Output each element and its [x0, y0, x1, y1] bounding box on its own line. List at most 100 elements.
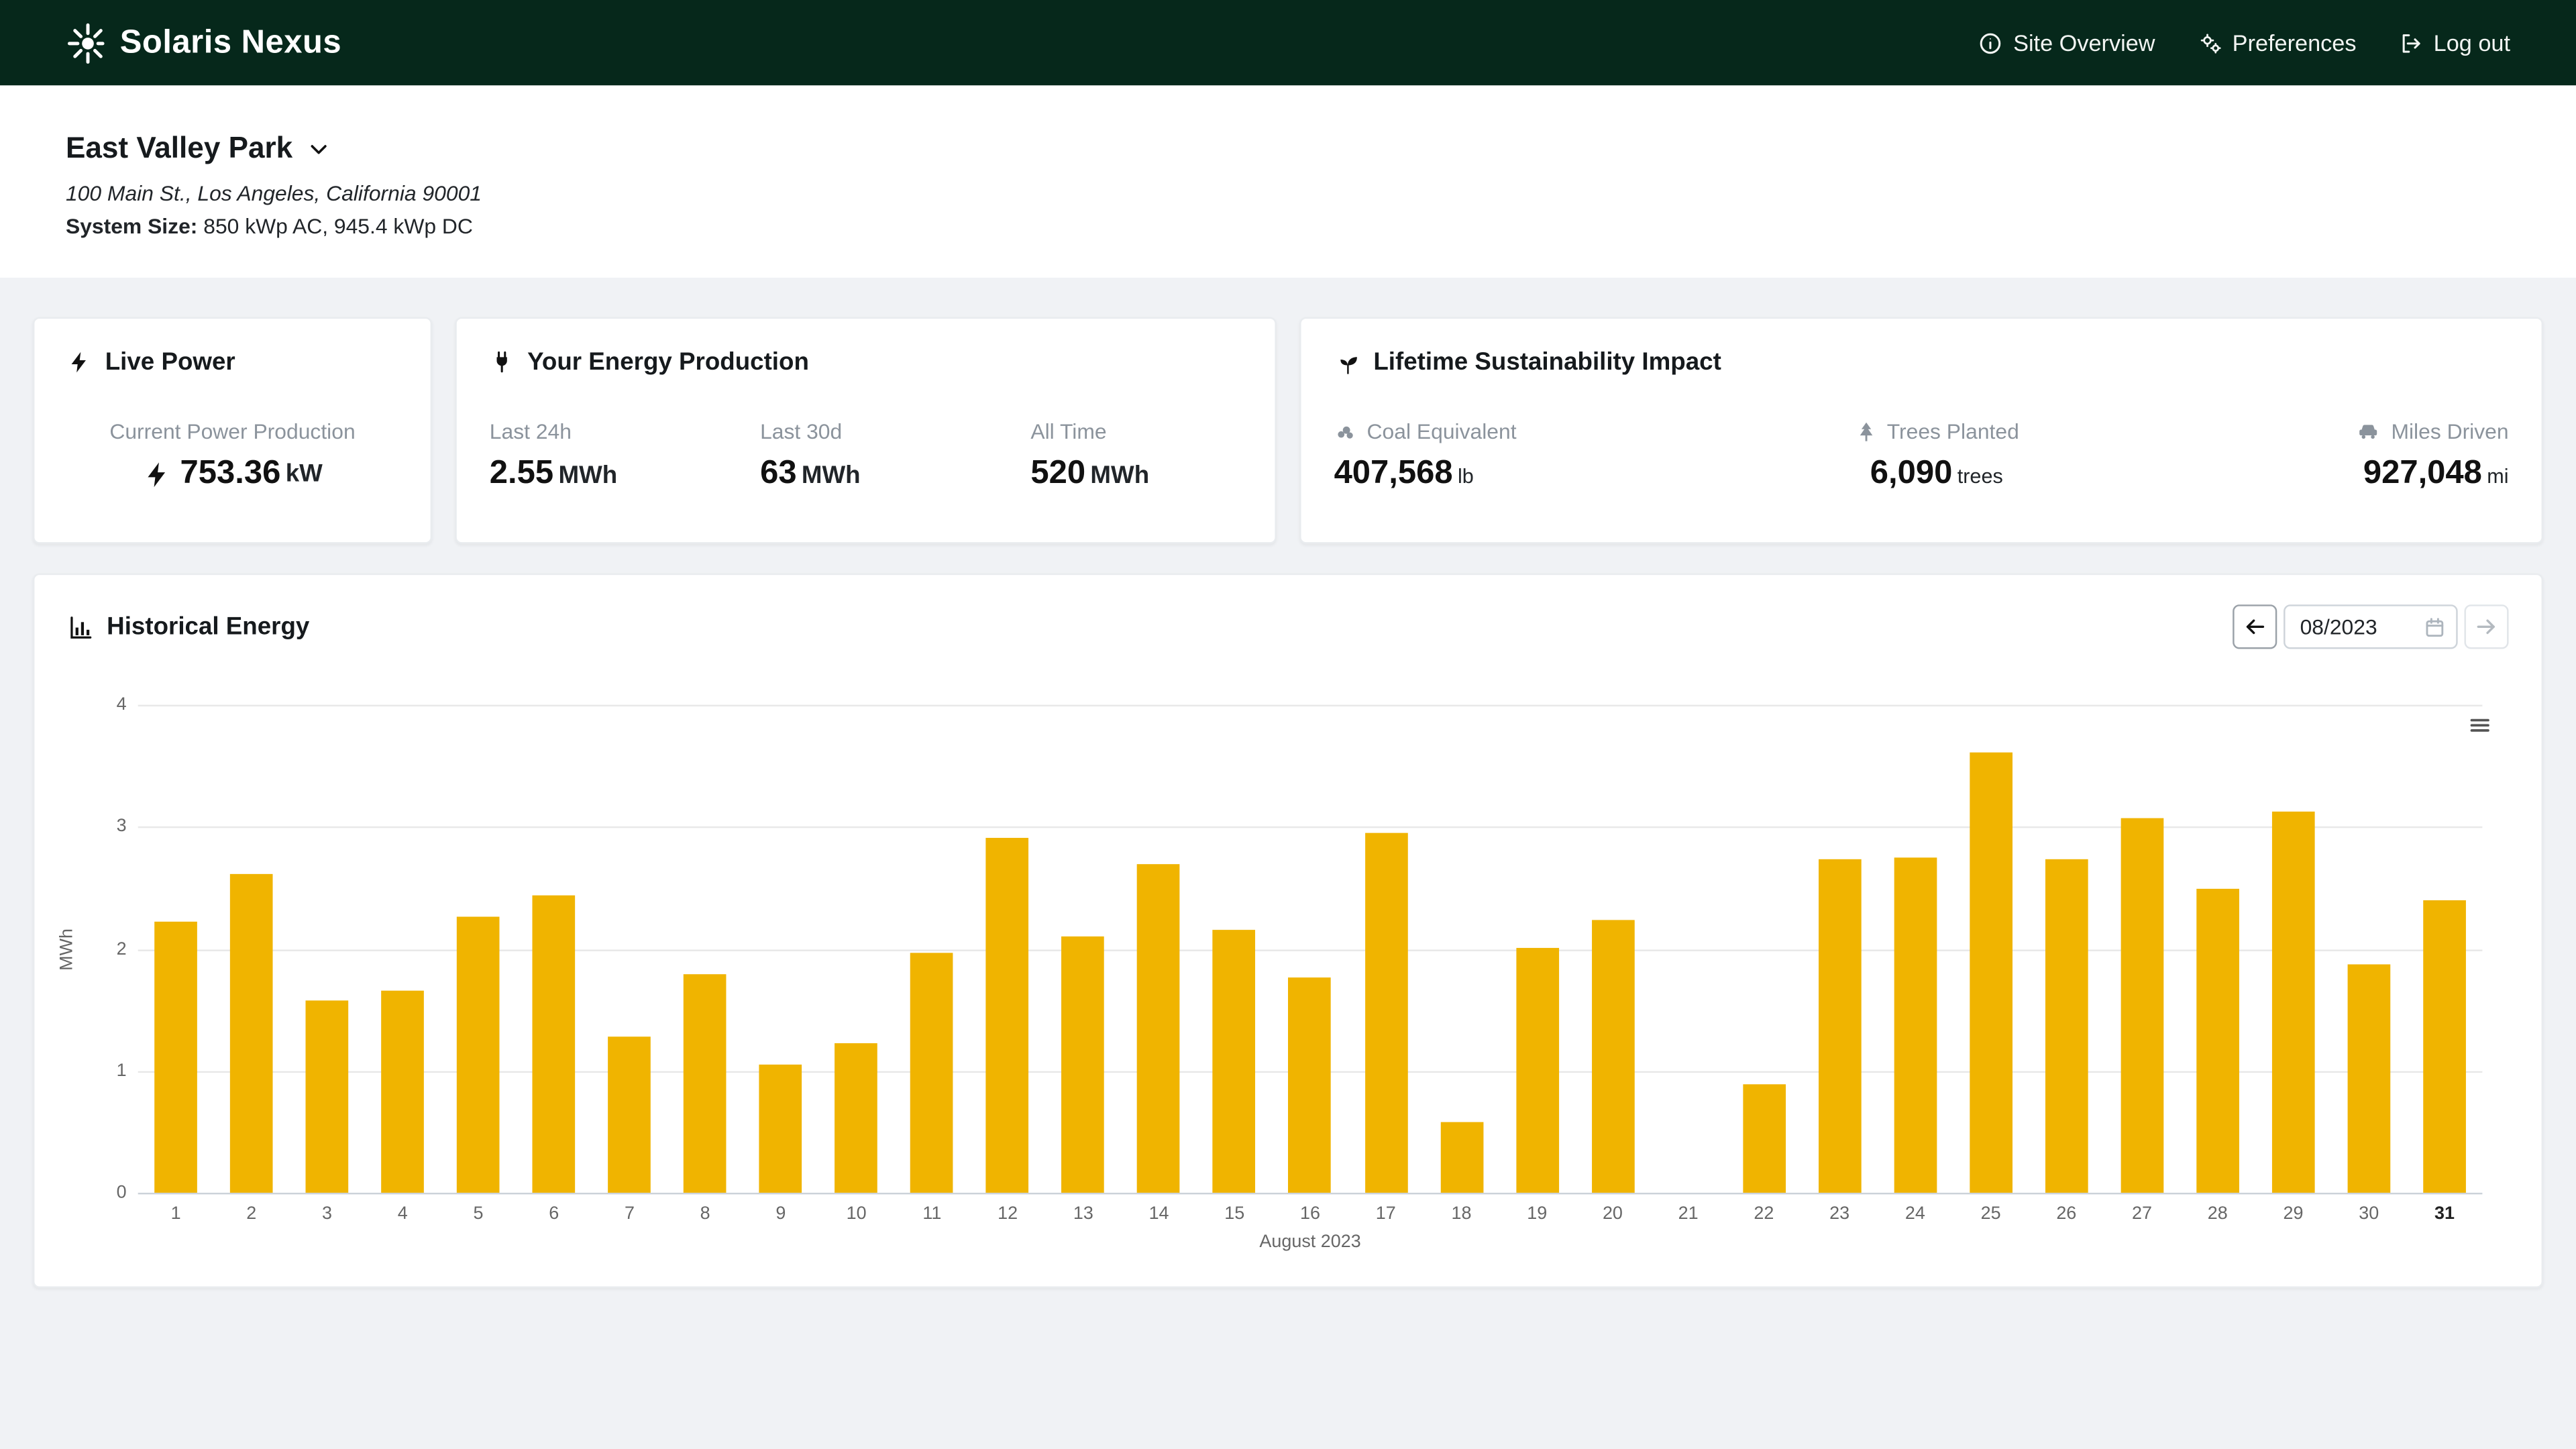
sustainability-title: Lifetime Sustainability Impact [1373, 348, 1721, 376]
nav-logout[interactable]: Log out [2399, 30, 2510, 56]
bar-day-26[interactable] [2029, 705, 2104, 1193]
bar [533, 895, 576, 1193]
site-name: East Valley Park [66, 131, 292, 166]
site-address: 100 Main St., Los Angeles, California 90… [66, 180, 2510, 205]
system-size-label: System Size: [66, 213, 197, 238]
logout-icon [2399, 30, 2424, 55]
bar-day-8[interactable] [667, 705, 743, 1193]
next-month-button[interactable] [2464, 604, 2508, 649]
bar [1213, 930, 1256, 1193]
x-tick-label: 4 [365, 1204, 441, 1224]
x-axis-title: August 2023 [138, 1232, 2483, 1252]
prev-month-button[interactable] [2233, 604, 2277, 649]
bar [1743, 1084, 1786, 1193]
metric-last-30d-unit: MWh [802, 462, 861, 490]
chart-bars [138, 705, 2483, 1193]
gears-icon [2198, 30, 2222, 55]
bar [1364, 833, 1407, 1193]
bar-day-12[interactable] [970, 705, 1046, 1193]
bar [2121, 818, 2163, 1193]
bar [608, 1036, 651, 1193]
sustainability-metrics: Coal Equivalent 407,568 lb [1334, 419, 2509, 492]
bar-day-31[interactable] [2407, 705, 2483, 1193]
historical-energy-card: Historical Energy [33, 574, 2543, 1288]
bar [2196, 889, 2239, 1193]
x-tick-label: 26 [2029, 1204, 2104, 1224]
site-selector[interactable]: East Valley Park [66, 131, 2510, 166]
trees-unit: trees [1957, 465, 2003, 488]
nav-links: Site Overview Preferences [1979, 30, 2510, 56]
bar-day-5[interactable] [441, 705, 517, 1193]
bar-day-13[interactable] [1045, 705, 1121, 1193]
y-tick-label: 1 [117, 1061, 127, 1080]
bar-day-7[interactable] [592, 705, 667, 1193]
metric-last-30d-label: Last 30d [760, 419, 971, 443]
trees-value: 6,090 [1870, 455, 1953, 492]
bar-day-17[interactable] [1348, 705, 1424, 1193]
energy-bar-chart: MWh 01234 [138, 705, 2483, 1193]
x-tick-label: 21 [1650, 1204, 1726, 1224]
metric-last-24h-label: Last 24h [490, 419, 701, 443]
bar-day-24[interactable] [1877, 705, 1953, 1193]
bar-day-21[interactable] [1650, 705, 1726, 1193]
x-tick-label: 9 [743, 1204, 819, 1224]
nav-preferences-label: Preferences [2233, 30, 2357, 56]
bar-day-11[interactable] [894, 705, 970, 1193]
bar-day-4[interactable] [365, 705, 441, 1193]
bar-day-1[interactable] [138, 705, 214, 1193]
bar-day-20[interactable] [1575, 705, 1651, 1193]
nav-site-overview[interactable]: Site Overview [1979, 30, 2155, 56]
nav-preferences[interactable]: Preferences [2198, 30, 2356, 56]
bar [154, 922, 197, 1193]
bar [835, 1042, 878, 1193]
x-tick-label: 27 [2104, 1204, 2180, 1224]
bar-day-30[interactable] [2331, 705, 2407, 1193]
bar-day-29[interactable] [2255, 705, 2331, 1193]
bar-day-3[interactable] [289, 705, 365, 1193]
bar-day-18[interactable] [1424, 705, 1499, 1193]
x-tick-label: 7 [592, 1204, 667, 1224]
y-tick-label: 2 [117, 939, 127, 959]
bar [1894, 857, 1937, 1193]
x-tick-label: 11 [894, 1204, 970, 1224]
bar-day-25[interactable] [1953, 705, 2029, 1193]
arrow-right-icon [2474, 614, 2499, 639]
bar [1440, 1122, 1483, 1193]
bar-day-15[interactable] [1197, 705, 1273, 1193]
x-tick-label: 17 [1348, 1204, 1424, 1224]
bolt-icon [67, 350, 92, 375]
bar-day-23[interactable] [1802, 705, 1878, 1193]
nav-site-overview-label: Site Overview [2013, 30, 2155, 56]
metric-all-time-unit: MWh [1090, 462, 1149, 490]
historical-title: Historical Energy [107, 612, 309, 641]
x-tick-label: 22 [1726, 1204, 1802, 1224]
x-tick-label: 31 [2407, 1204, 2483, 1224]
bar [1138, 865, 1181, 1193]
brand[interactable]: Solaris Nexus [66, 21, 341, 65]
bar-day-22[interactable] [1726, 705, 1802, 1193]
live-power-card: Live Power Current Power Production 753.… [33, 317, 432, 544]
x-tick-label: 3 [289, 1204, 365, 1224]
x-tick-label: 15 [1197, 1204, 1273, 1224]
bar-day-2[interactable] [213, 705, 289, 1193]
x-tick-label: 20 [1575, 1204, 1651, 1224]
bar-day-10[interactable] [818, 705, 894, 1193]
gridline [138, 1193, 2483, 1194]
bar-day-27[interactable] [2104, 705, 2180, 1193]
chart-menu-button[interactable] [2467, 713, 2492, 738]
metric-all-time: All Time 520 MWh [1030, 419, 1242, 492]
bar-day-19[interactable] [1499, 705, 1575, 1193]
energy-production-card: Your Energy Production Last 24h 2.55 MWh… [455, 317, 1276, 544]
bar [381, 990, 424, 1193]
bar-day-28[interactable] [2180, 705, 2255, 1193]
bar-day-6[interactable] [516, 705, 592, 1193]
x-tick-label: 19 [1499, 1204, 1575, 1224]
bar-day-14[interactable] [1121, 705, 1197, 1193]
x-tick-label: 5 [441, 1204, 517, 1224]
bar [1591, 920, 1634, 1193]
site-header: East Valley Park 100 Main St., Los Angel… [0, 85, 2576, 278]
bar-day-16[interactable] [1273, 705, 1348, 1193]
bar-day-9[interactable] [743, 705, 819, 1193]
summary-cards-row: Live Power Current Power Production 753.… [33, 317, 2543, 544]
live-power-metric-label: Current Power Production [67, 419, 397, 443]
